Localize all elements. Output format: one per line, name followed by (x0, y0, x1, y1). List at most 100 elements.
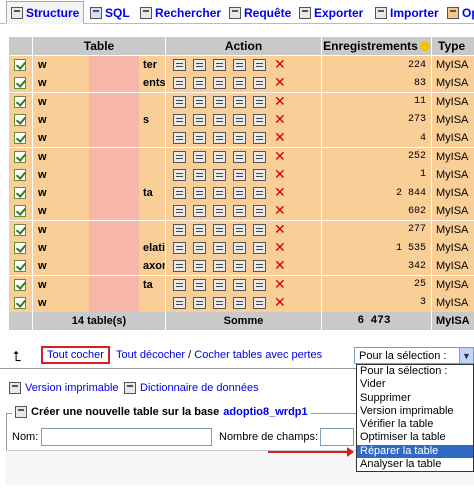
table-name-cell[interactable]: w (33, 92, 166, 111)
browse-icon[interactable] (173, 278, 186, 291)
drop-table-icon[interactable] (273, 56, 286, 73)
drop-table-icon[interactable] (273, 257, 286, 274)
structure-icon[interactable] (193, 278, 206, 291)
dropdown-option[interactable]: Optimiser la table (357, 431, 473, 444)
search-icon[interactable] (213, 150, 226, 163)
structure-icon[interactable] (193, 77, 206, 90)
browse-icon[interactable] (173, 150, 186, 163)
tab-requete[interactable]: Requête (225, 3, 295, 23)
drop-table-icon[interactable] (273, 184, 286, 201)
empty-table-icon[interactable] (253, 168, 266, 181)
dropdown-option[interactable]: Supprimer (357, 392, 473, 405)
browse-icon[interactable] (173, 95, 186, 108)
tab-importer[interactable]: Importer (371, 3, 443, 23)
empty-table-icon[interactable] (253, 150, 266, 163)
structure-icon[interactable] (193, 260, 206, 273)
drop-table-icon[interactable] (273, 74, 286, 91)
insert-icon[interactable] (233, 205, 246, 218)
drop-table-icon[interactable] (273, 129, 286, 146)
tab-rechercher[interactable]: Rechercher (136, 3, 225, 23)
table-name-cell[interactable]: w elationships (33, 239, 166, 257)
empty-table-icon[interactable] (253, 223, 266, 236)
dropdown-option[interactable]: Analyser la table (357, 458, 473, 471)
browse-icon[interactable] (173, 168, 186, 181)
empty-table-icon[interactable] (253, 95, 266, 108)
browse-icon[interactable] (173, 132, 186, 145)
search-icon[interactable] (213, 187, 226, 200)
header-records[interactable]: Enregistrements (322, 37, 432, 55)
insert-icon[interactable] (233, 296, 246, 309)
row-checkbox[interactable] (14, 278, 26, 291)
empty-table-icon[interactable] (253, 278, 266, 291)
drop-table-icon[interactable] (273, 148, 286, 165)
table-name-cell[interactable]: w axonomy (33, 257, 166, 276)
empty-table-icon[interactable] (253, 59, 266, 71)
browse-icon[interactable] (173, 187, 186, 200)
structure-icon[interactable] (193, 187, 206, 200)
insert-icon[interactable] (233, 59, 246, 71)
row-checkbox[interactable] (14, 95, 26, 108)
dropdown-option[interactable]: Réparer la table (357, 444, 473, 459)
chevron-down-icon[interactable]: ▼ (459, 348, 473, 363)
structure-icon[interactable] (193, 223, 206, 236)
print-view-link[interactable]: Version imprimable (9, 382, 119, 394)
row-checkbox[interactable] (14, 260, 26, 273)
row-checkbox[interactable] (14, 113, 26, 126)
empty-table-icon[interactable] (253, 260, 266, 273)
tab-operations[interactable]: Opé (443, 3, 474, 23)
browse-icon[interactable] (173, 296, 186, 309)
with-selected-select[interactable]: Pour la sélection : ▼ (354, 347, 474, 364)
insert-icon[interactable] (233, 278, 246, 291)
table-name-input[interactable] (41, 428, 212, 446)
structure-icon[interactable] (193, 59, 206, 71)
insert-icon[interactable] (233, 168, 246, 181)
dropdown-option[interactable]: Vider (357, 378, 473, 391)
search-icon[interactable] (213, 113, 226, 126)
search-icon[interactable] (213, 242, 226, 254)
insert-icon[interactable] (233, 77, 246, 90)
drop-table-icon[interactable] (273, 202, 286, 219)
dropdown-option[interactable]: Pour la sélection : (357, 365, 473, 378)
table-name-cell[interactable]: w ta (33, 184, 166, 203)
row-checkbox[interactable] (14, 77, 26, 90)
structure-icon[interactable] (193, 242, 206, 254)
tab-exporter[interactable]: Exporter (295, 3, 367, 23)
row-checkbox[interactable] (14, 168, 26, 181)
drop-table-icon[interactable] (273, 239, 286, 256)
search-icon[interactable] (213, 95, 226, 108)
structure-icon[interactable] (193, 113, 206, 126)
empty-table-icon[interactable] (253, 187, 266, 200)
table-name-cell[interactable]: w ta (33, 275, 166, 294)
insert-icon[interactable] (233, 132, 246, 145)
insert-icon[interactable] (233, 113, 246, 126)
structure-icon[interactable] (193, 95, 206, 108)
insert-icon[interactable] (233, 242, 246, 254)
uncheck-all-link[interactable]: Tout décocher (116, 349, 185, 361)
check-overhead-link[interactable]: Cocher tables avec pertes (194, 349, 322, 361)
structure-icon[interactable] (193, 132, 206, 145)
table-name-cell[interactable]: w (33, 129, 166, 148)
table-name-cell[interactable]: w (33, 202, 166, 221)
table-name-cell[interactable]: w (33, 220, 166, 239)
database-link[interactable]: adoptio8_wrdp1 (223, 406, 307, 418)
row-checkbox[interactable] (14, 187, 26, 200)
search-icon[interactable] (213, 278, 226, 291)
drop-table-icon[interactable] (273, 221, 286, 238)
browse-icon[interactable] (173, 113, 186, 126)
structure-icon[interactable] (193, 296, 206, 309)
structure-icon[interactable] (193, 168, 206, 181)
table-name-cell[interactable]: w s (33, 110, 166, 129)
drop-table-icon[interactable] (273, 276, 286, 293)
table-name-cell[interactable]: w (33, 147, 166, 166)
insert-icon[interactable] (233, 187, 246, 200)
drop-table-icon[interactable] (273, 93, 286, 110)
row-checkbox[interactable] (14, 150, 26, 163)
empty-table-icon[interactable] (253, 113, 266, 126)
search-icon[interactable] (213, 59, 226, 71)
browse-icon[interactable] (173, 59, 186, 71)
drop-table-icon[interactable] (273, 111, 286, 128)
structure-icon[interactable] (193, 205, 206, 218)
drop-table-icon[interactable] (273, 166, 286, 183)
insert-icon[interactable] (233, 260, 246, 273)
search-icon[interactable] (213, 205, 226, 218)
